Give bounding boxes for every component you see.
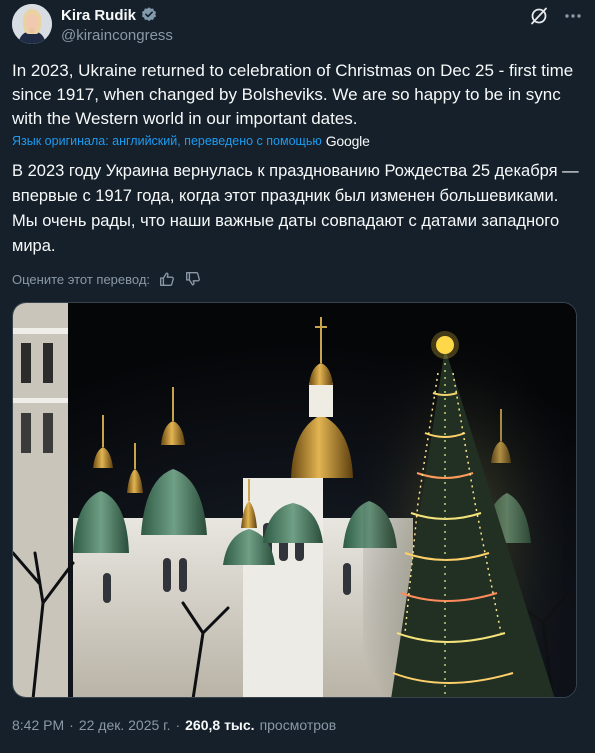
post-time[interactable]: 8:42 PM xyxy=(12,717,64,733)
post-date[interactable]: 22 дек. 2025 г. xyxy=(79,717,171,733)
author-display-name[interactable]: Kira Rudik xyxy=(61,7,136,24)
translation-source-note: Язык оригинала: английский, переведено с… xyxy=(12,133,370,149)
meta-separator: · xyxy=(175,717,181,733)
thumbs-up-icon[interactable] xyxy=(158,270,176,288)
grok-icon[interactable] xyxy=(529,6,549,26)
tweet: Kira Rudik @kiraincongress In 2023, Ukra… xyxy=(0,0,595,753)
more-icon[interactable] xyxy=(563,6,583,26)
views-label: просмотров xyxy=(259,717,337,733)
translated-text: В 2023 году Украина вернулась к празднов… xyxy=(12,162,579,255)
google-logo: Google xyxy=(325,133,370,149)
tweet-header: Kira Rudik @kiraincongress xyxy=(12,4,583,48)
post-text: In 2023, Ukraine returned to celebration… xyxy=(12,61,574,128)
verified-badge-icon xyxy=(141,7,157,22)
post-photo[interactable] xyxy=(12,302,577,698)
header-actions xyxy=(529,6,583,26)
avatar[interactable] xyxy=(12,4,52,44)
thumbs-down-icon[interactable] xyxy=(184,270,202,288)
translation-note-text[interactable]: Язык оригинала: английский, переведено с… xyxy=(12,134,322,148)
rate-translation-label: Оцените этот перевод: xyxy=(12,271,151,287)
photo-cathedral-christmas-tree xyxy=(13,303,576,697)
post-meta: 8:42 PM · 22 дек. 2025 г. · 260,8 тыс. п… xyxy=(12,717,336,733)
author-handle[interactable]: @kiraincongress xyxy=(61,27,173,44)
rate-translation: Оцените этот перевод: xyxy=(12,270,202,288)
views-count[interactable]: 260,8 тыс. xyxy=(185,717,254,733)
author-names: Kira Rudik @kiraincongress xyxy=(61,5,173,45)
meta-separator: · xyxy=(69,717,74,733)
